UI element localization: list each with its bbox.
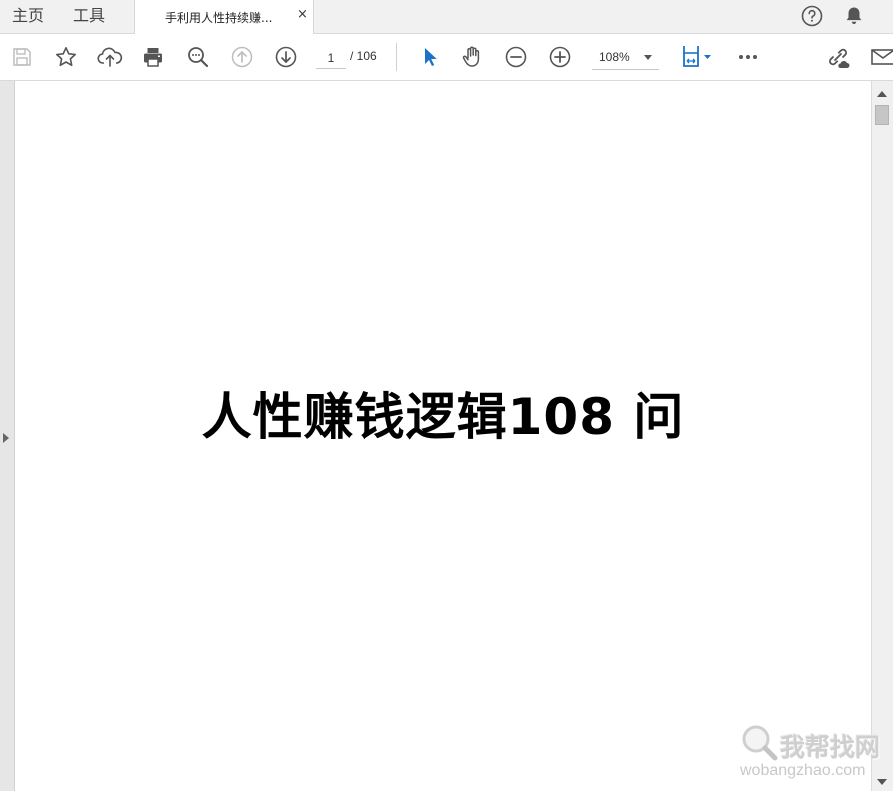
star-icon [54,45,78,69]
plus-circle-icon [548,45,572,69]
more-options-button[interactable] [735,44,761,70]
more-dots-icon [736,45,760,69]
zoom-level-dropdown[interactable]: 108% [592,46,659,70]
cursor-arrow-icon [419,45,439,69]
link-cloud-icon [825,44,851,70]
arrow-up-circle-icon [230,45,254,69]
hand-icon [460,45,484,69]
tab-document[interactable]: 手利用人性持续赚... × [134,0,314,35]
save-button[interactable] [9,44,35,70]
zoom-in-button[interactable] [547,44,573,70]
left-panel-rail [0,81,15,791]
document-page: 人性赚钱逻辑108 问 [15,81,871,791]
select-tool-button[interactable] [416,44,442,70]
page-total-label: / 106 [350,49,377,63]
cloud-upload-icon [97,45,123,69]
watermark-site-domain: wobangzhao.com [740,762,866,779]
share-link-button[interactable] [825,44,851,70]
envelope-icon [869,46,893,68]
print-button[interactable] [140,44,166,70]
save-icon [11,46,33,68]
notification-bell-icon[interactable] [842,4,866,28]
previous-page-button[interactable] [229,44,255,70]
close-tab-button[interactable]: × [297,7,308,22]
find-zoom-button[interactable] [185,44,211,70]
toolbar-divider [396,43,397,71]
page-number-input[interactable] [316,47,346,69]
scrollbar-thumb[interactable] [875,105,889,125]
fit-page-icon [680,44,714,70]
chevron-down-icon [644,55,652,60]
tab-bar: 主页 工具 手利用人性持续赚... × [0,0,893,35]
help-icon[interactable] [800,4,824,28]
main-toolbar: / 106 108% [0,34,893,81]
document-tab-title: 手利用人性持续赚... [165,11,273,25]
printer-icon [141,45,165,69]
expand-panel-arrow-icon[interactable] [3,433,9,443]
watermark-site-name: 我帮找网 [780,733,881,762]
minus-circle-icon [504,45,528,69]
arrow-down-circle-icon [274,45,298,69]
tab-home[interactable]: 主页 [12,0,44,33]
next-page-button[interactable] [273,44,299,70]
site-watermark: 我帮找网 wobangzhao.com [738,722,888,784]
vertical-scrollbar[interactable] [871,81,893,791]
hand-tool-button[interactable] [459,44,485,70]
tab-tools[interactable]: 工具 [73,0,105,33]
email-button[interactable] [869,44,893,70]
page-fit-dropdown-button[interactable] [680,44,714,70]
bookmark-star-button[interactable] [53,44,79,70]
document-heading: 人性赚钱逻辑108 问 [201,388,685,446]
scroll-up-arrow-icon[interactable] [877,91,887,97]
magnifier-icon [186,45,210,69]
zoom-level-value: 108% [599,50,630,64]
upload-cloud-button[interactable] [97,44,123,70]
zoom-out-button[interactable] [503,44,529,70]
